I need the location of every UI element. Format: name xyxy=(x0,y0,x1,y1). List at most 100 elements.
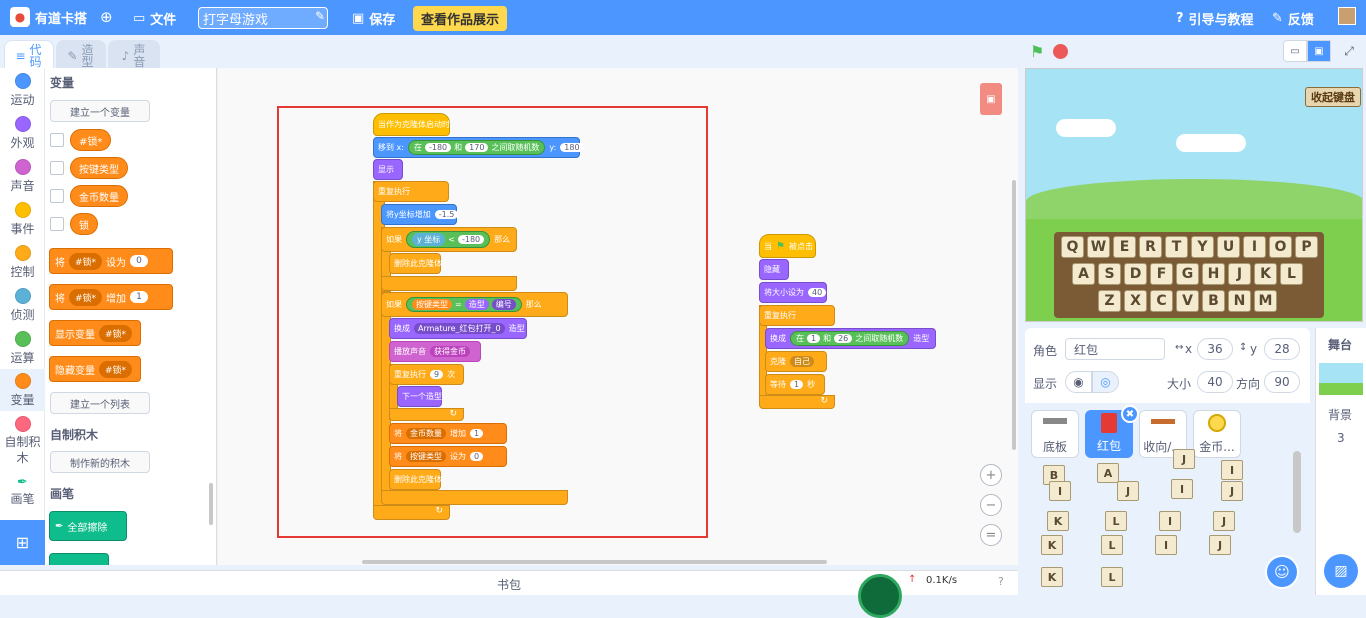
value-input[interactable]: 1 xyxy=(807,334,821,343)
variable-reporter[interactable]: 按键类型 xyxy=(70,157,128,179)
letter-sprite-tile[interactable]: J xyxy=(1221,481,1243,501)
user-avatar[interactable] xyxy=(1338,7,1356,25)
key-k[interactable]: K xyxy=(1254,263,1277,285)
value-input[interactable]: 0 xyxy=(130,255,149,267)
add-extension-button[interactable]: ⊞ xyxy=(0,520,45,565)
key-v[interactable]: V xyxy=(1176,290,1199,312)
language-globe-icon[interactable]: ⊕ xyxy=(100,8,113,26)
green-flag-hat-block[interactable]: 当 ⚑ 被点击 xyxy=(759,234,816,258)
normal-stage-button[interactable]: ▣ xyxy=(1307,40,1331,62)
var-checkbox[interactable] xyxy=(50,217,64,231)
project-title-input[interactable] xyxy=(198,7,328,29)
letter-sprite-tile[interactable]: I xyxy=(1159,511,1181,531)
workspace-h-scrollbar[interactable] xyxy=(362,560,827,564)
key-m[interactable]: M xyxy=(1254,290,1277,312)
palette-scrollbar[interactable] xyxy=(209,483,213,525)
tab-sounds[interactable]: ♪ 声音 xyxy=(108,40,160,70)
make-block-button[interactable]: 制作新的积木 xyxy=(50,451,150,473)
add-backdrop-button[interactable]: ▨ xyxy=(1324,554,1358,588)
letter-sprite-tile[interactable]: I xyxy=(1049,481,1071,501)
var-checkbox[interactable] xyxy=(50,161,64,175)
key-o[interactable]: O xyxy=(1269,236,1292,258)
key-x[interactable]: X xyxy=(1124,290,1147,312)
letter-sprite-tile[interactable]: A xyxy=(1097,463,1119,483)
letter-sprite-tile[interactable]: I xyxy=(1171,479,1193,499)
key-q[interactable]: Q xyxy=(1061,236,1084,258)
letter-sprite-tile[interactable]: L xyxy=(1101,567,1123,587)
variable-dropdown[interactable]: #锁* xyxy=(99,360,133,378)
key-h[interactable]: H xyxy=(1202,263,1225,285)
stage-canvas[interactable]: 收起键盘 QWERTYUIOP ASDFGHJKL ZXCVBNM xyxy=(1025,68,1363,322)
show-visible-button[interactable]: ◉ xyxy=(1065,371,1092,393)
switch-costume-block[interactable]: 换成 在 1 和 26 之间取随机数 造型 xyxy=(765,328,936,349)
workspace-v-scrollbar[interactable] xyxy=(1012,180,1016,450)
delete-sprite-button[interactable]: ✖ xyxy=(1121,405,1139,423)
stage-thumbnail[interactable] xyxy=(1319,363,1363,395)
green-flag-icon[interactable]: ⚑ xyxy=(1030,42,1044,61)
key-w[interactable]: W xyxy=(1087,236,1110,258)
letter-sprite-tile[interactable]: J xyxy=(1209,535,1231,555)
hide-keyboard-button[interactable]: 收起键盘 xyxy=(1305,87,1361,107)
key-f[interactable]: F xyxy=(1150,263,1173,285)
key-y[interactable]: Y xyxy=(1191,236,1214,258)
file-menu[interactable]: ▭ 文件 xyxy=(133,9,176,28)
key-b[interactable]: B xyxy=(1202,290,1225,312)
tab-costumes[interactable]: ✎ 造型 xyxy=(56,40,106,70)
variable-dropdown[interactable]: #锁* xyxy=(69,252,103,270)
letter-sprite-tile[interactable]: L xyxy=(1105,511,1127,531)
set-variable-block[interactable]: 将 #锁* 设为 0 xyxy=(49,248,173,274)
category-sound[interactable]: 声音 xyxy=(0,159,45,194)
key-s[interactable]: S xyxy=(1098,263,1121,285)
letter-sprite-tile[interactable]: I xyxy=(1221,460,1243,480)
wait-block[interactable]: 等待 1 秒 xyxy=(765,374,825,395)
key-r[interactable]: R xyxy=(1139,236,1162,258)
category-my-blocks[interactable]: 自制积木 xyxy=(0,416,45,466)
value-input[interactable]: 1 xyxy=(790,380,804,389)
category-variables[interactable]: 变量 xyxy=(0,369,45,411)
key-j[interactable]: J xyxy=(1228,263,1251,285)
variable-dropdown[interactable]: #锁* xyxy=(99,324,133,342)
letter-sprite-tile[interactable]: J xyxy=(1213,511,1235,531)
letter-sprite-tile[interactable]: K xyxy=(1041,535,1063,555)
key-a[interactable]: A xyxy=(1072,263,1095,285)
letter-sprite-tile[interactable]: J xyxy=(1117,481,1139,501)
letter-sprite-tile[interactable]: K xyxy=(1041,567,1063,587)
pen-block-partial[interactable] xyxy=(49,553,109,565)
key-g[interactable]: G xyxy=(1176,263,1199,285)
variable-reporter[interactable]: 金币数量 xyxy=(70,185,128,207)
size-input[interactable]: 40 xyxy=(1197,371,1233,393)
letter-sprite-tile[interactable]: L xyxy=(1101,535,1123,555)
stop-button[interactable] xyxy=(1053,44,1068,59)
category-operators[interactable]: 运算 xyxy=(0,331,45,366)
letter-sprite-tile[interactable]: J xyxy=(1173,449,1195,469)
show-hidden-button[interactable]: ◎ xyxy=(1092,371,1119,393)
zoom-in-button[interactable]: + xyxy=(980,464,1002,486)
random-operator[interactable]: 在 1 和 26 之间取随机数 xyxy=(790,331,910,346)
set-size-block[interactable]: 将大小设为 40 xyxy=(759,282,827,303)
category-pen[interactable]: ✒ 画笔 xyxy=(0,475,45,507)
add-sprite-button[interactable]: ☺ xyxy=(1265,555,1299,589)
category-looks[interactable]: 外观 xyxy=(0,116,45,151)
key-d[interactable]: D xyxy=(1124,263,1147,285)
sprite-thumbnail[interactable]: 金币... xyxy=(1193,410,1241,458)
value-input[interactable]: 1 xyxy=(130,291,149,303)
sprite-name-input[interactable]: 红包 xyxy=(1065,338,1165,360)
save-button[interactable]: ▣ 保存 xyxy=(352,9,395,28)
change-variable-block[interactable]: 将 #锁* 增加 1 xyxy=(49,284,173,310)
backpack-bar[interactable]: 书包 ↑ 0.1K/s ? xyxy=(0,570,1018,618)
key-u[interactable]: U xyxy=(1217,236,1240,258)
x-input[interactable]: 36 xyxy=(1197,338,1233,360)
sprite-thumbnail[interactable]: 底板 xyxy=(1031,410,1079,458)
forever-block[interactable]: 重复执行 xyxy=(759,305,835,326)
guide-tutorial-button[interactable]: ? 引导与教程 xyxy=(1176,9,1254,28)
category-control[interactable]: 控制 xyxy=(0,245,45,280)
clone-target-dropdown[interactable]: 自己 xyxy=(790,356,814,367)
create-clone-block[interactable]: 克隆 自己 xyxy=(765,351,827,372)
help-icon[interactable]: ? xyxy=(998,575,1004,588)
view-showcase-button[interactable]: 查看作品展示 xyxy=(413,6,508,31)
zoom-reset-button[interactable]: = xyxy=(980,524,1002,546)
feedback-button[interactable]: ✎ 反馈 xyxy=(1272,9,1314,28)
category-events[interactable]: 事件 xyxy=(0,202,45,237)
make-variable-button[interactable]: 建立一个变量 xyxy=(50,100,150,122)
variable-dropdown[interactable]: #锁* xyxy=(69,288,103,306)
